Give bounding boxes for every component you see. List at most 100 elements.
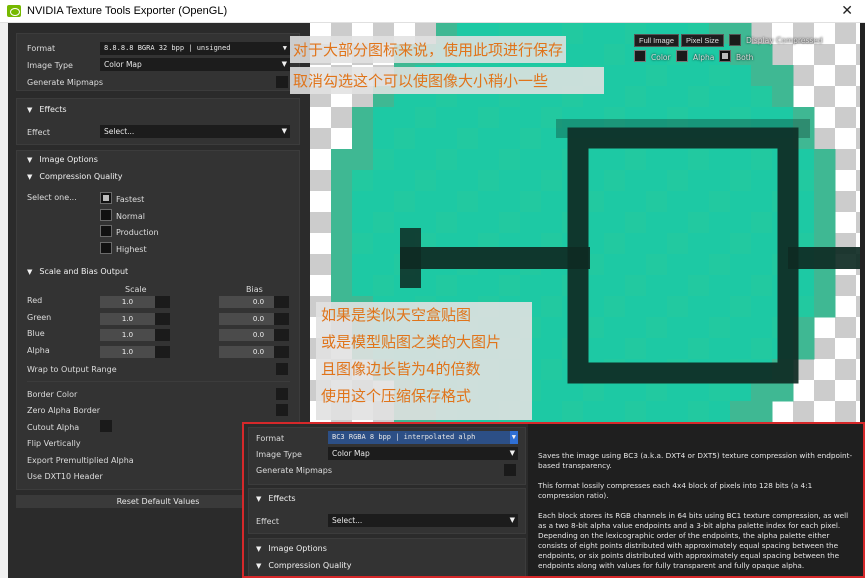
collapse-triangle-icon: ▼ (27, 268, 33, 276)
color-checkbox[interactable] (634, 50, 646, 62)
quality-radio-normal[interactable] (100, 209, 112, 221)
display-compressed-checkbox[interactable] (729, 34, 741, 46)
both-checkbox[interactable] (719, 50, 731, 62)
collapse-triangle-icon: ▼ (256, 562, 262, 570)
display-compressed-label: Display Compressed (746, 36, 823, 45)
scale-field-red[interactable]: 1.0 (100, 296, 170, 308)
quality-label-fastest: Fastest (116, 195, 145, 204)
annotation-middle-line: 且图像边长皆为4的倍数 (321, 360, 481, 378)
overlay-effect-dropdown[interactable]: Select... ▼ (328, 514, 518, 527)
overlay-compression-header[interactable]: ▼ Compression Quality (256, 561, 351, 570)
bias-field-alpha[interactable]: 0.0 (219, 346, 289, 358)
color-label: Color (651, 53, 671, 62)
bias-field-blue[interactable]: 0.0 (219, 329, 289, 341)
bias-value-blue: 0.0 (252, 331, 265, 339)
format-tooltip: Saves the image using BC3 (a.k.a. DXT4 o… (528, 424, 863, 576)
quality-label-production: Production (116, 228, 159, 237)
format-dropdown[interactable]: 8.8.8.8 BGRA 32 bpp | unsigned ▼ (100, 42, 290, 55)
overlay-mipmaps-checkbox[interactable] (504, 464, 516, 476)
collapse-triangle-icon: ▼ (27, 173, 33, 181)
flip-vertically-label: Flip Vertically (27, 439, 81, 448)
chevron-down-icon: ▼ (509, 449, 515, 457)
overlay-effect-value: Select... (332, 516, 363, 525)
image-type-label: Image Type (27, 61, 73, 70)
divider (27, 381, 290, 382)
export-premultiplied-label: Export Premultiplied Alpha (27, 456, 134, 465)
bias-column-header: Bias (246, 285, 263, 294)
quality-radio-highest[interactable] (100, 242, 112, 254)
format-label: Format (27, 44, 56, 53)
scale-field-blue[interactable]: 1.0 (100, 329, 170, 341)
generate-mipmaps-checkbox[interactable] (276, 76, 288, 88)
annotation-middle-line: 或是模型贴图之类的大图片 (321, 333, 502, 351)
overlay-format-dropdown[interactable]: BC3 RGBA 8 bpp | interpolated alph ▼ (328, 431, 518, 444)
select-one-label: Select one... (27, 193, 77, 202)
overlay-effects-header-label: Effects (268, 494, 296, 503)
compression-quality-header-label: Compression Quality (39, 172, 123, 181)
cutout-alpha-label: Cutout Alpha (27, 423, 80, 432)
effect-value: Select... (104, 127, 135, 136)
nvidia-app-icon (7, 5, 21, 17)
channel-label-blue: Blue (27, 329, 45, 338)
scale-column-header: Scale (125, 285, 147, 294)
alpha-checkbox[interactable] (676, 50, 688, 62)
cutout-alpha-checkbox[interactable] (100, 420, 112, 432)
zero-alpha-border-checkbox[interactable] (276, 404, 288, 416)
overlay-image-type-label: Image Type (256, 450, 302, 459)
bias-value-red: 0.0 (252, 298, 265, 306)
collapse-triangle-icon: ▼ (256, 545, 262, 553)
overlay-image-type-dropdown[interactable]: Color Map ▼ (328, 447, 518, 460)
image-type-value: Color Map (104, 60, 142, 69)
effects-header-label: Effects (39, 105, 67, 114)
title-bar: NVIDIA Texture Tools Exporter (OpenGL) ✕ (0, 0, 865, 23)
border-color-checkbox[interactable] (276, 388, 288, 400)
overlay-image-options-header[interactable]: ▼ Image Options (256, 544, 327, 553)
dxt10-header-label: Use DXT10 Header (27, 472, 103, 481)
chevron-down-icon: ▼ (509, 516, 515, 524)
bias-value-green: 0.0 (252, 315, 265, 323)
image-options-header[interactable]: ▼ Image Options (27, 155, 98, 164)
annotation-middle-line: 如果是类似天空盒贴图 (321, 306, 472, 324)
overlay-image-options-header-label: Image Options (268, 544, 327, 553)
quality-radio-production[interactable] (100, 225, 112, 237)
effects-header[interactable]: ▼ Effects (27, 105, 67, 114)
overlay-image-type-value: Color Map (332, 449, 370, 458)
annotation-top-1: 对于大部分图标来说，使用此项进行保存 (290, 36, 567, 63)
pixel-size-button[interactable]: Pixel Size (681, 34, 724, 47)
zero-alpha-border-label: Zero Alpha Border (27, 406, 101, 415)
collapse-triangle-icon: ▼ (256, 495, 262, 503)
wrap-output-checkbox[interactable] (276, 363, 288, 375)
alpha-label: Alpha (693, 53, 715, 62)
border-color-label: Border Color (27, 390, 78, 399)
scale-field-green[interactable]: 1.0 (100, 313, 170, 325)
overlay-effects-header[interactable]: ▼ Effects (256, 494, 296, 503)
close-icon[interactable]: ✕ (841, 3, 853, 19)
compression-quality-header[interactable]: ▼ Compression Quality (27, 172, 122, 181)
overlay-effect-label: Effect (256, 517, 280, 526)
quality-radio-fastest[interactable] (100, 192, 112, 204)
effect-dropdown[interactable]: Select... ▼ (100, 125, 290, 138)
scale-field-alpha[interactable]: 1.0 (100, 346, 170, 358)
overlay-format-label: Format (256, 434, 285, 443)
annotation-middle-line: 使用这个压缩保存格式 (321, 387, 472, 405)
image-type-dropdown[interactable]: Color Map ▼ (100, 58, 290, 71)
overlay-mipmaps-label: Generate Mipmaps (256, 466, 333, 475)
scale-value-blue: 1.0 (121, 331, 134, 339)
full-image-button[interactable]: Full Image (634, 34, 680, 47)
chevron-down-icon: ▼ (282, 44, 287, 52)
tooltip-paragraph: Each block stores its RGB channels in 64… (538, 511, 849, 570)
chevron-down-icon: ▼ (281, 60, 287, 68)
channel-label-alpha: Alpha (27, 346, 50, 355)
both-label: Both (736, 53, 754, 62)
generate-mipmaps-label: Generate Mipmaps (27, 78, 104, 87)
wrap-output-label: Wrap to Output Range (27, 365, 117, 374)
scale-bias-header[interactable]: ▼ Scale and Bias Output (27, 267, 128, 276)
bias-field-green[interactable]: 0.0 (219, 313, 289, 325)
bias-field-red[interactable]: 0.0 (219, 296, 289, 308)
channel-label-red: Red (27, 296, 43, 305)
bias-value-alpha: 0.0 (252, 348, 265, 356)
scale-bias-header-label: Scale and Bias Output (39, 267, 129, 276)
tooltip-paragraph: Saves the image using BC3 (a.k.a. DXT4 o… (538, 451, 853, 470)
collapse-triangle-icon: ▼ (27, 156, 33, 164)
quality-label-normal: Normal (116, 212, 145, 221)
